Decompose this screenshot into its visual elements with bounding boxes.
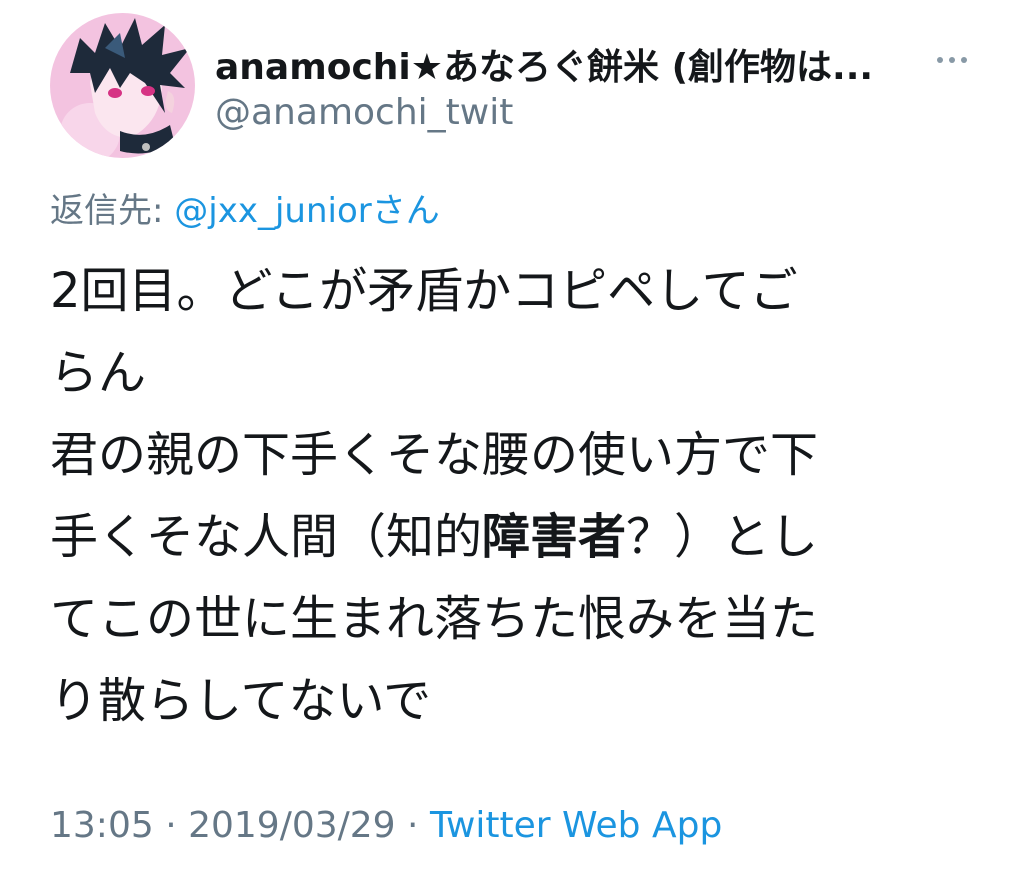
tweet-metadata: 13:05 · 2019/03/29 · Twitter Web App [50,805,722,846]
tweet-line: 手くそな人間（知的障害者？）とし [50,496,970,578]
tweet-line: てこの世に生まれ落ちた恨みを当た [50,591,819,647]
author-handle[interactable]: @anamochi_twit [215,92,513,133]
more-horizontal-icon[interactable] [932,48,972,72]
tweet-text: 2回目。どこが矛盾かコピペしてご らん 君の親の下手くそな腰の使い方で下 手くそ… [50,250,970,742]
meta-separator: · [153,805,189,846]
reply-target-link[interactable]: @jxx_junior [174,191,371,231]
tweet-date[interactable]: 2019/03/29 [188,805,396,846]
avatar-illustration-icon [50,13,195,158]
tweet-line: り散らしてないで [50,673,432,729]
meta-separator: · [395,805,430,846]
tweet-detail: anamochi★あなろぐ餅米 (創作物は... @anamochi_twit … [0,0,1024,870]
tweet-line: らん [50,345,147,401]
avatar[interactable] [50,13,195,158]
tweet-line: 2回目。どこが矛盾かコピペしてご [50,263,798,319]
tweet-text-segment: ？）とし [626,509,819,565]
reply-suffix: さん [371,191,440,231]
author-display-name[interactable]: anamochi★あなろぐ餅米 (創作物は... [215,38,873,90]
tweet-time[interactable]: 13:05 [50,805,154,846]
tweet-source-link[interactable]: Twitter Web App [430,805,722,846]
tweet-highlighted-text: 障害者 [482,509,627,565]
reply-prefix: 返信先: [50,191,175,231]
tweet-line: 君の親の下手くそな腰の使い方で下 [50,427,819,483]
tweet-text-segment: 手くそな人間（知的 [50,509,483,565]
reply-context: 返信先: @jxx_juniorさん [50,183,440,232]
